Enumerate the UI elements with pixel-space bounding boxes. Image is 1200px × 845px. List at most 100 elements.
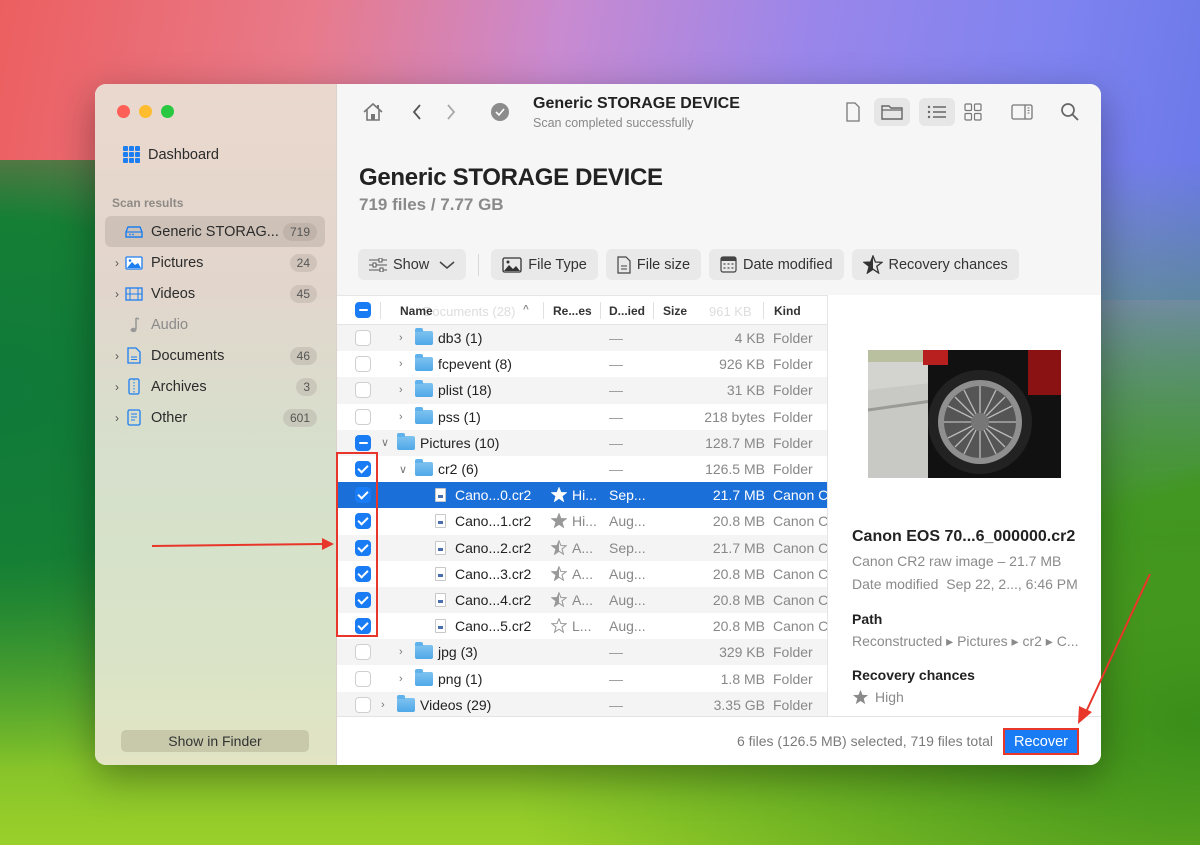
arrow-annotation-left xyxy=(151,538,334,550)
chevron-right-icon[interactable]: › xyxy=(399,411,403,423)
sidebar-item-videos[interactable]: › Videos 45 xyxy=(105,278,325,309)
table-row-folder[interactable]: › Videos (29) — 3.35 GB Folder xyxy=(337,691,827,716)
table-row-folder[interactable]: › db3 (1) — 4 KB Folder xyxy=(337,325,827,352)
row-kind: Folder xyxy=(773,434,813,451)
sidebar-item-other[interactable]: › Other 601 xyxy=(105,402,325,433)
column-header-size[interactable]: Size xyxy=(663,304,687,318)
column-header-recovery[interactable]: Re...es xyxy=(553,304,592,318)
chevron-down-icon[interactable]: ∨ xyxy=(399,463,407,476)
show-dropdown[interactable]: Show xyxy=(358,249,467,280)
close-window-button[interactable] xyxy=(117,105,130,118)
maximize-window-button[interactable] xyxy=(161,105,174,118)
show-in-finder-button[interactable]: Show in Finder xyxy=(121,730,309,752)
row-checkbox[interactable] xyxy=(355,382,371,399)
forward-button[interactable] xyxy=(441,98,461,126)
grid-view-button[interactable] xyxy=(955,98,991,126)
sidebar-item-archives[interactable]: › Archives 3 xyxy=(105,371,325,402)
checkbox-highlight-annotation xyxy=(336,452,378,637)
table-row-file[interactable]: Cano...0.cr2 Hi... Sep... 21.7 MB Canon CR2 xyxy=(337,482,827,509)
chevron-right-icon[interactable]: › xyxy=(111,287,123,301)
table-row-folder[interactable]: › jpg (3) — 329 KB Folder xyxy=(337,639,827,666)
sidebar-item-dashboard[interactable]: Dashboard xyxy=(123,146,219,163)
table-row-file[interactable]: Cano...3.cr2 A... Aug... 20.8 MB Canon CR2 xyxy=(337,561,827,587)
sidebar-list: Generic STORAG... 719 › Pictures 24 › Videos 45… xyxy=(105,216,325,433)
file-view-button[interactable] xyxy=(835,98,871,126)
app-window: Dashboard Scan results Generic STORAG...… xyxy=(95,84,1101,765)
raw-image-file-icon xyxy=(435,488,446,503)
row-checkbox[interactable] xyxy=(355,670,371,687)
main-panel: Generic STORAGE DEVICE Scan completed su… xyxy=(337,84,1101,765)
list-view-button[interactable] xyxy=(919,98,955,126)
sidebar-item-count: 46 xyxy=(289,346,317,365)
row-checkbox[interactable] xyxy=(355,644,371,661)
sidebar-item-audio[interactable]: Audio xyxy=(105,309,325,340)
table-row-file[interactable]: Cano...2.cr2 A... Sep... 21.7 MB Canon CR2 xyxy=(337,534,827,561)
column-header-kind[interactable]: Kind xyxy=(774,304,801,318)
row-size: 20.8 MB xyxy=(712,618,765,635)
row-checkbox[interactable] xyxy=(355,696,371,713)
row-checkbox[interactable] xyxy=(355,408,371,425)
row-checkbox[interactable] xyxy=(355,356,371,373)
row-kind: Canon CR2 xyxy=(773,513,827,530)
row-name: Cano...0.cr2 xyxy=(455,487,532,504)
table-row-folder[interactable]: ∨ cr2 (6) — 126.5 MB Folder xyxy=(337,456,827,482)
chevron-right-icon[interactable]: › xyxy=(399,358,403,370)
raw-image-file-icon xyxy=(435,540,446,555)
preview-path-value: Reconstructed ▸ Pictures ▸ cr2 ▸ C... xyxy=(852,633,1079,649)
table-row-file[interactable]: Cano...4.cr2 A... Aug... 20.8 MB Canon CR2 xyxy=(337,586,827,614)
chevron-right-icon[interactable]: › xyxy=(111,256,123,270)
row-kind: Canon CR2 xyxy=(773,487,827,504)
file-type-filter-button[interactable]: File Type xyxy=(491,249,598,280)
folder-icon xyxy=(397,432,415,450)
table-row-folder[interactable]: › png (1) — 1.8 MB Folder xyxy=(337,665,827,691)
table-row-file[interactable]: Cano...5.cr2 L... Aug... 20.8 MB Canon CR2 xyxy=(337,613,827,639)
recover-button[interactable]: Recover xyxy=(1003,728,1079,755)
chevron-right-icon[interactable]: › xyxy=(399,332,403,344)
sidebar-item-generic-storag[interactable]: Generic STORAG... 719 xyxy=(105,216,325,247)
filter-divider xyxy=(478,253,480,276)
chevron-down-icon xyxy=(439,260,455,269)
row-checkbox[interactable] xyxy=(355,330,371,347)
table-row-folder[interactable]: › plist (18) — 31 KB Folder xyxy=(337,377,827,404)
chevron-right-icon[interactable]: › xyxy=(111,380,123,394)
sidebar-item-documents[interactable]: › Documents 46 xyxy=(105,340,325,371)
date-modified-filter-button[interactable]: Date modified xyxy=(709,249,844,280)
chevron-right-icon[interactable]: › xyxy=(111,411,123,425)
recovery-chances-filter-button[interactable]: Recovery chances xyxy=(851,249,1019,280)
chevron-right-icon[interactable]: › xyxy=(111,349,123,363)
table-row-folder[interactable]: › pss (1) — 218 bytes Folder xyxy=(337,404,827,430)
row-name: Cano...4.cr2 xyxy=(455,591,532,608)
sidebar-item-label: Generic STORAG... xyxy=(151,223,279,240)
folder-view-icon xyxy=(881,105,903,120)
table-row-folder[interactable]: › fcpevent (8) — 926 KB Folder xyxy=(337,351,827,377)
file-size-filter-button[interactable]: File size xyxy=(605,249,702,280)
other-file-icon xyxy=(125,409,143,426)
chevron-right-icon[interactable]: › xyxy=(399,673,403,685)
toolbar-subtitle: Scan completed successfully xyxy=(533,116,694,130)
home-button[interactable] xyxy=(359,98,387,126)
chevron-right-icon[interactable]: › xyxy=(381,699,385,711)
sidebar-item-pictures[interactable]: › Pictures 24 xyxy=(105,247,325,278)
preview-panel-toggle[interactable] xyxy=(1004,98,1040,126)
chevron-down-icon[interactable]: ∨ xyxy=(381,436,389,449)
row-date: — xyxy=(609,330,623,347)
select-all-checkbox[interactable] xyxy=(355,302,371,318)
row-kind: Folder xyxy=(773,696,813,713)
folder-icon xyxy=(415,406,433,424)
sidebar-item-label: Documents xyxy=(151,347,225,364)
row-checkbox[interactable] xyxy=(355,434,371,451)
table-row-file[interactable]: Cano...1.cr2 Hi... Aug... 20.8 MB Canon CR2 xyxy=(337,508,827,534)
row-kind: Folder xyxy=(773,356,813,373)
chevron-right-icon[interactable]: › xyxy=(399,384,403,396)
back-button[interactable] xyxy=(407,98,427,126)
folder-view-button[interactable] xyxy=(874,98,910,126)
table-row-folder[interactable]: ∨ Pictures (10) — 128.7 MB Folder xyxy=(337,429,827,456)
column-header-name[interactable]: Name xyxy=(400,304,433,318)
column-header-date[interactable]: D...ied xyxy=(609,304,645,318)
scan-status-indicator xyxy=(489,98,511,126)
minimize-window-button[interactable] xyxy=(139,105,152,118)
row-name: jpg (3) xyxy=(438,644,478,661)
search-button[interactable] xyxy=(1052,98,1088,126)
row-name: plist (18) xyxy=(438,382,492,399)
chevron-right-icon[interactable]: › xyxy=(399,646,403,658)
